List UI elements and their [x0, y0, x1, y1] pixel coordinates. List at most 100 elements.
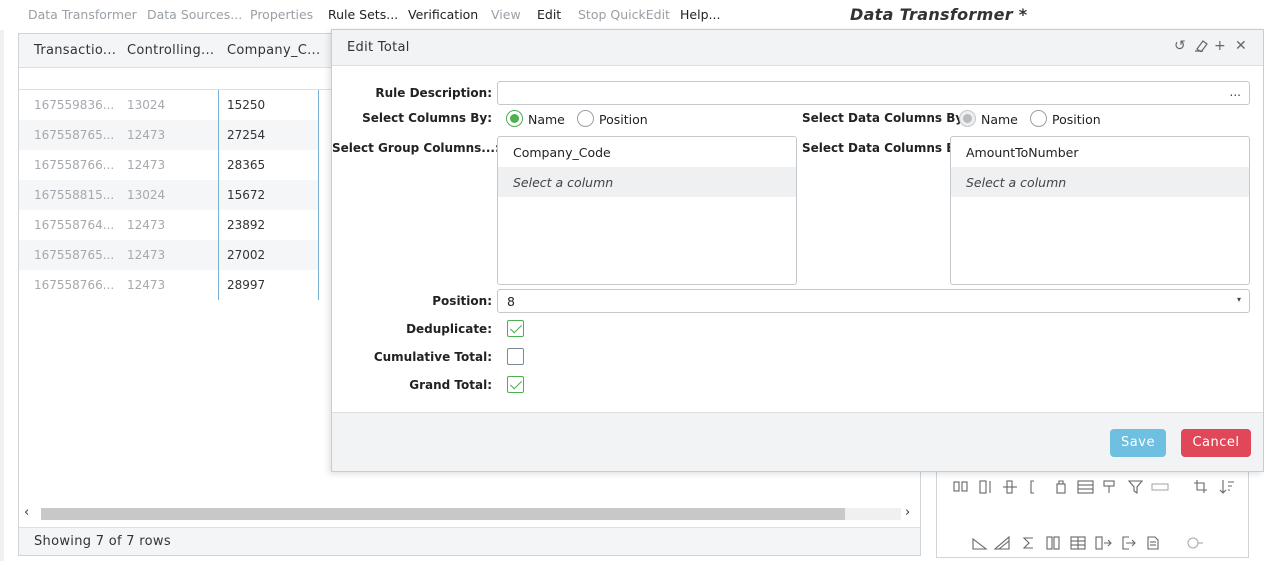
- cumulative-total-label: Cumulative Total:: [373, 350, 492, 364]
- table-cell: 12473: [127, 128, 166, 142]
- table-cell: 12473: [127, 248, 166, 262]
- radio-columns-by-position-label: Position: [599, 112, 648, 127]
- table-row[interactable]: 167558766... 12473 28997: [19, 270, 319, 300]
- ellipsis-button[interactable]: ...: [1230, 85, 1241, 99]
- table-cell: 27002: [227, 248, 266, 262]
- tool-icons: [953, 480, 1234, 550]
- table-row[interactable]: 167558764... 12473 23892: [19, 210, 319, 240]
- select-column-placeholder[interactable]: Select a column: [951, 167, 1249, 197]
- document-icon[interactable]: [1147, 536, 1159, 550]
- table-cell: 167558766...: [34, 158, 115, 172]
- menu-stop-quickedit[interactable]: Stop QuickEdit: [578, 7, 670, 22]
- scrollbar-thumb[interactable]: [41, 508, 845, 520]
- radio-data-columns-by-position[interactable]: [1030, 110, 1047, 127]
- column-header-transaction[interactable]: Transactio...: [34, 43, 116, 58]
- radio-columns-by-name[interactable]: [506, 110, 523, 127]
- table-row[interactable]: 167558815... 13024 15672: [19, 180, 319, 210]
- menu-edit[interactable]: Edit: [537, 7, 561, 22]
- pivot-icon[interactable]: [1103, 480, 1115, 493]
- radio-columns-by-name-label: Name: [528, 112, 565, 127]
- rule-description-input[interactable]: ...: [497, 81, 1250, 105]
- select-data-columns-list-label: Select Data Columns By:: [802, 141, 968, 155]
- chevron-down-icon[interactable]: ▾: [1237, 295, 1241, 304]
- filter-icon[interactable]: [1127, 480, 1144, 495]
- menu-properties[interactable]: Properties: [250, 7, 313, 22]
- sum-icon[interactable]: [1022, 537, 1033, 549]
- range-icon[interactable]: [1151, 483, 1169, 491]
- table-cell: 15672: [227, 188, 266, 202]
- deduplicate-label: Deduplicate:: [406, 322, 492, 336]
- insert-column-icon[interactable]: [979, 480, 991, 494]
- position-select[interactable]: 8 ▾: [497, 289, 1250, 313]
- table-cell: 27254: [227, 128, 266, 142]
- eraser-icon[interactable]: [1194, 38, 1208, 56]
- table-cell: 13024: [127, 98, 166, 112]
- deduplicate-checkbox[interactable]: [507, 320, 524, 337]
- table-cell: 167558764...: [34, 218, 115, 232]
- rule-description-label: Rule Description:: [375, 86, 492, 100]
- menu-data-transformer[interactable]: Data Transformer: [28, 7, 137, 22]
- move-column-icon[interactable]: [1003, 480, 1017, 494]
- table-row[interactable]: 167558765... 12473 27254: [19, 120, 319, 150]
- plus-icon[interactable]: +: [1214, 38, 1226, 54]
- app-title: Data Transformer *: [850, 5, 1028, 24]
- list-item[interactable]: Company_Code: [498, 137, 796, 167]
- triangle-icon[interactable]: [993, 535, 1010, 550]
- chevron-left-icon[interactable]: ‹: [24, 505, 29, 520]
- select-data-columns-by-label: Select Data Columns By:: [802, 111, 968, 125]
- table-cell: 167558765...: [34, 248, 115, 262]
- grand-total-checkbox[interactable]: [507, 376, 524, 393]
- lock-column-icon[interactable]: [1056, 480, 1066, 494]
- column-header-company-code[interactable]: Company_C...: [227, 43, 320, 58]
- chevron-right-icon[interactable]: ›: [905, 505, 910, 520]
- horizontal-scrollbar[interactable]: ‹ ›: [19, 504, 920, 524]
- radio-columns-by-position[interactable]: [577, 110, 594, 127]
- menu-bar: Data Transformer Data Sources... Propert…: [0, 0, 1264, 30]
- table-cell: 167558765...: [34, 128, 115, 142]
- radio-data-columns-by-name-label: Name: [981, 112, 1018, 127]
- table-cell: 15250: [227, 98, 266, 112]
- menu-rule-sets[interactable]: Rule Sets...: [328, 7, 398, 22]
- radio-data-columns-by-name[interactable]: [959, 110, 976, 127]
- dialog-title: Edit Total: [347, 40, 410, 55]
- slope-icon[interactable]: [972, 537, 988, 550]
- sort-icon[interactable]: [1219, 480, 1234, 494]
- select-column-placeholder[interactable]: Select a column: [498, 167, 796, 197]
- edit-total-dialog: Edit Total ↺ + ✕ Rule Description: ... S…: [331, 29, 1264, 472]
- save-button[interactable]: Save: [1110, 429, 1166, 457]
- column-bracket-icon[interactable]: [1030, 480, 1034, 494]
- select-group-columns-label: Select Group Columns...:: [332, 141, 500, 155]
- split-column-icon[interactable]: [953, 481, 968, 492]
- table-cell: 12473: [127, 218, 166, 232]
- list-item[interactable]: AmountToNumber: [951, 137, 1249, 167]
- table-cell: 12473: [127, 158, 166, 172]
- menu-verification[interactable]: Verification: [408, 7, 478, 22]
- grid-footer: Showing 7 of 7 rows: [19, 527, 920, 555]
- table-row[interactable]: 167558765... 12473 27002: [19, 240, 319, 270]
- mirror-icon[interactable]: [1046, 536, 1060, 550]
- output-icon[interactable]: [1122, 536, 1136, 550]
- table-cell: 28997: [227, 278, 266, 292]
- cumulative-total-checkbox[interactable]: [507, 348, 524, 365]
- table-icon[interactable]: [1070, 536, 1086, 550]
- close-icon[interactable]: ✕: [1235, 38, 1247, 54]
- table-row[interactable]: 167558766... 12473 28365: [19, 150, 319, 180]
- column-header-controlling[interactable]: Controlling...: [127, 43, 214, 58]
- tool-panel: [936, 470, 1249, 558]
- select-columns-by-label: Select Columns By:: [362, 111, 492, 125]
- table-row[interactable]: 167559836... 13024 15250: [19, 90, 319, 120]
- table-cell: 167558815...: [34, 188, 115, 202]
- table-cell: 13024: [127, 188, 166, 202]
- crop-icon[interactable]: [1194, 480, 1207, 493]
- undo-icon[interactable]: ↺: [1174, 38, 1186, 54]
- dialog-footer: Save Cancel: [332, 412, 1263, 471]
- cancel-button[interactable]: Cancel: [1181, 429, 1251, 457]
- menu-data-sources[interactable]: Data Sources...: [147, 7, 242, 22]
- rows-icon[interactable]: [1077, 480, 1094, 494]
- menu-view[interactable]: View: [491, 7, 521, 22]
- export-column-icon[interactable]: [1095, 536, 1112, 550]
- data-columns-list[interactable]: AmountToNumber Select a column: [950, 136, 1250, 285]
- menu-help[interactable]: Help...: [680, 7, 720, 22]
- group-columns-list[interactable]: Company_Code Select a column: [497, 136, 797, 285]
- refresh-icon[interactable]: [1187, 537, 1203, 549]
